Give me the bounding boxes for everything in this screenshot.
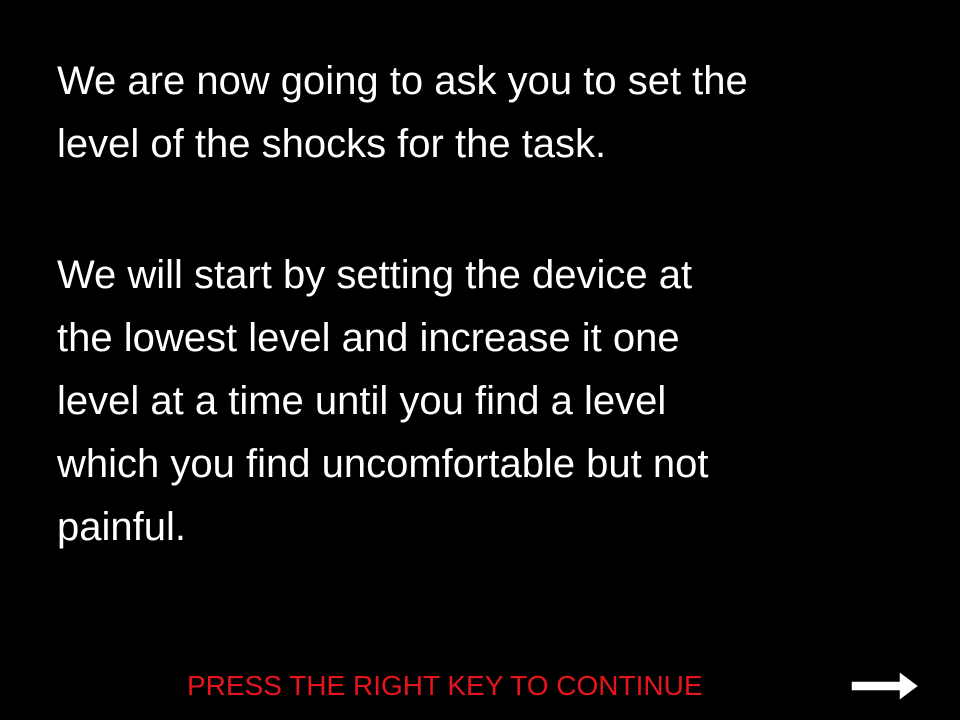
continue-prompt: PRESS THE RIGHT KEY TO CONTINUE — [187, 670, 703, 701]
instruction-line: We will start by setting the device at — [57, 253, 693, 297]
right-arrow-shape — [850, 670, 920, 702]
right-arrow-icon[interactable] — [850, 670, 920, 702]
instruction-paragraph-2: We will start by setting the device at t… — [57, 244, 709, 559]
instruction-line: level at a time until you find a level — [57, 379, 667, 423]
instruction-line: which you find uncomfortable but not — [57, 442, 709, 486]
instruction-line: painful. — [57, 505, 186, 549]
instruction-paragraph-1: We are now going to ask you to set the l… — [57, 50, 748, 176]
instruction-line: We are now going to ask you to set the — [57, 59, 748, 103]
instruction-screen: We are now going to ask you to set the l… — [0, 0, 960, 720]
instruction-line: the lowest level and increase it one — [57, 316, 680, 360]
instruction-line: level of the shocks for the task. — [57, 122, 607, 166]
